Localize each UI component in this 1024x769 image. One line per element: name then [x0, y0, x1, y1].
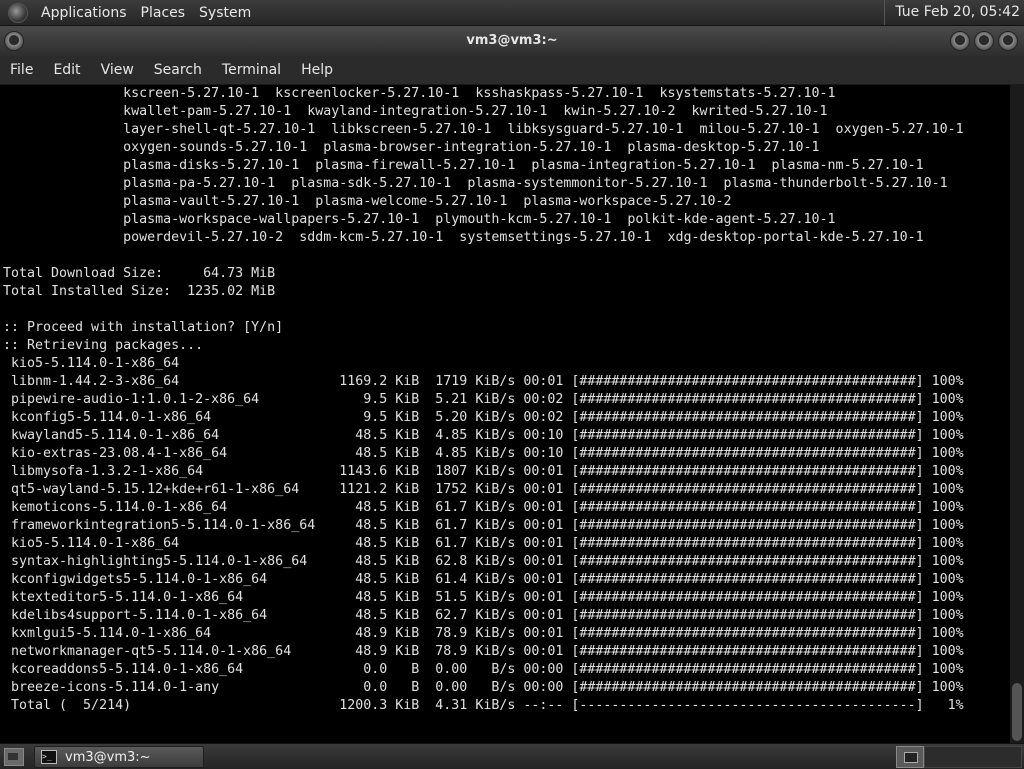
terminal-text: kscreen-5.27.10-1 kscreenlocker-5.27.10-… — [0, 85, 1010, 715]
places-menu[interactable]: Places — [134, 5, 193, 21]
menu-edit[interactable]: Edit — [43, 62, 90, 78]
terminal-line: kxmlgui5-5.114.0-1-x86_64 48.9 KiB 78.9 … — [3, 626, 964, 641]
terminal-line: kscreen-5.27.10-1 kscreenlocker-5.27.10-… — [3, 86, 836, 101]
clock[interactable]: Tue Feb 20, 05:42 — [884, 0, 1024, 25]
bottom-panel: >_ vm3@vm3:~ — [0, 743, 1024, 769]
terminal-line: Total Download Size: 64.73 MiB — [3, 266, 276, 281]
terminal-line: kconfigwidgets5-5.114.0-1-x86_64 48.5 Ki… — [3, 572, 964, 587]
distro-logo-icon[interactable] — [8, 2, 28, 23]
workspace-2[interactable] — [924, 746, 1022, 768]
terminal-line: Total Installed Size: 1235.02 MiB — [3, 284, 276, 299]
terminal-line: pipewire-audio-1:1.0.1-2-x86_64 9.5 KiB … — [3, 392, 964, 407]
terminal-line: qt5-wayland-5.15.12+kde+r61-1-x86_64 112… — [3, 482, 964, 497]
terminal-line: oxygen-sounds-5.27.10-1 plasma-browser-i… — [3, 140, 820, 155]
terminal-line: frameworkintegration5-5.114.0-1-x86_64 4… — [3, 518, 964, 533]
terminal-line: kio5-5.114.0-1-x86_64 — [3, 356, 180, 371]
top-panel: Applications Places System Tue Feb 20, 0… — [0, 0, 1024, 26]
terminal-line: kemoticons-5.114.0-1-x86_64 48.5 KiB 61.… — [3, 500, 964, 515]
terminal-line: kconfig5-5.114.0-1-x86_64 9.5 KiB 5.20 K… — [3, 410, 964, 425]
applications-menu[interactable]: Applications — [34, 5, 134, 21]
taskbar-window-button[interactable]: >_ vm3@vm3:~ — [34, 746, 204, 768]
terminal-line: libmysofa-1.3.2-1-x86_64 1143.6 KiB 1807… — [3, 464, 964, 479]
terminal-line: powerdevil-5.27.10-2 sddm-kcm-5.27.10-1 … — [3, 230, 924, 245]
maximize-button[interactable] — [974, 31, 994, 51]
menu-file[interactable]: File — [0, 62, 43, 78]
terminal-line: kio-extras-23.08.4-1-x86_64 48.5 KiB 4.8… — [3, 446, 964, 461]
menu-search[interactable]: Search — [144, 62, 212, 78]
show-desktop-icon[interactable] — [4, 748, 24, 766]
menubar: File Edit View Search Terminal Help — [0, 56, 1024, 85]
terminal-line: networkmanager-qt5-5.114.0-1-x86_64 48.9… — [3, 644, 964, 659]
terminal-line: syntax-highlighting5-5.114.0-1-x86_64 48… — [3, 554, 964, 569]
terminal-output[interactable]: kscreen-5.27.10-1 kscreenlocker-5.27.10-… — [0, 85, 1010, 743]
terminal-line: libnm-1.44.2-3-x86_64 1169.2 KiB 1719 Ki… — [3, 374, 964, 389]
terminal-line: kio5-5.114.0-1-x86_64 48.5 KiB 61.7 KiB/… — [3, 536, 964, 551]
terminal-line: kdelibs4support-5.114.0-1-x86_64 48.5 Ki… — [3, 608, 964, 623]
terminal-line: :: Proceed with installation? [Y/n] — [3, 320, 284, 335]
terminal-line: :: Retrieving packages... — [3, 338, 204, 353]
window-titlebar[interactable]: vm3@vm3:~ — [0, 26, 1024, 56]
close-button[interactable] — [998, 31, 1018, 51]
taskbar-window-label: vm3@vm3:~ — [65, 749, 151, 765]
menu-terminal[interactable]: Terminal — [212, 62, 291, 78]
terminal-scrollbar[interactable] — [1010, 85, 1024, 743]
terminal-line: plasma-disks-5.27.10-1 plasma-firewall-5… — [3, 158, 924, 173]
terminal-line: Total ( 5/214) 1200.3 KiB 4.31 KiB/s --:… — [3, 698, 964, 713]
minimize-button[interactable] — [950, 31, 970, 51]
terminal-line: plasma-pa-5.27.10-1 plasma-sdk-5.27.10-1… — [3, 176, 948, 191]
workspace-1[interactable] — [896, 746, 924, 768]
terminal-line: plasma-vault-5.27.10-1 plasma-welcome-5.… — [3, 194, 732, 209]
menu-view[interactable]: View — [91, 62, 144, 78]
terminal-icon: >_ — [41, 750, 57, 764]
terminal-line: ktexteditor5-5.114.0-1-x86_64 48.5 KiB 5… — [3, 590, 964, 605]
terminal-line: kcoreaddons5-5.114.0-1-x86_64 0.0 B 0.00… — [3, 662, 964, 677]
terminal-line: kwallet-pam-5.27.10-1 kwayland-integrati… — [3, 104, 828, 119]
window-title: vm3@vm3:~ — [466, 33, 558, 48]
terminal-line: breeze-icons-5.114.0-1-any 0.0 B 0.00 B/… — [3, 680, 964, 695]
system-menu[interactable]: System — [192, 5, 258, 21]
terminal-line: layer-shell-qt-5.27.10-1 libkscreen-5.27… — [3, 122, 964, 137]
terminal-line: plasma-workspace-wallpapers-5.27.10-1 pl… — [3, 212, 836, 227]
menu-help[interactable]: Help — [291, 62, 343, 78]
scrollbar-thumb[interactable] — [1012, 683, 1022, 741]
terminal-line: kwayland5-5.114.0-1-x86_64 48.5 KiB 4.85… — [3, 428, 964, 443]
